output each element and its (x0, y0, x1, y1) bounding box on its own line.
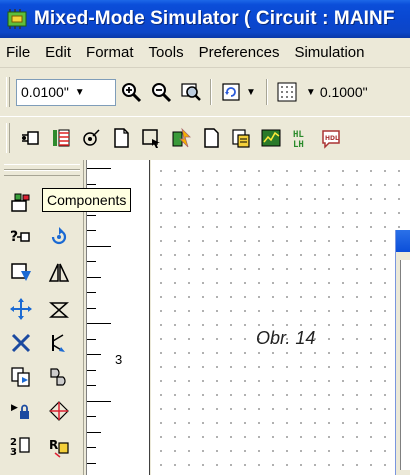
chevron-down-icon: ▼ (74, 86, 85, 98)
svg-text:LH: LH (293, 140, 304, 149)
ruler-tick (87, 168, 111, 169)
menu-edit[interactable]: Edit (45, 44, 71, 61)
toolbar-separator (210, 79, 212, 105)
ruler-tick (87, 401, 111, 402)
menu-preferences[interactable]: Preferences (199, 44, 280, 61)
menu-format[interactable]: Format (86, 44, 134, 61)
svg-text:HL: HL (293, 130, 304, 140)
toolbar-tools: HL LH HDL (0, 116, 410, 158)
lock-part-icon[interactable]: ▶ (6, 396, 36, 426)
components-icon[interactable] (6, 188, 36, 218)
chevron-down-icon[interactable]: ▼ (306, 87, 316, 98)
menu-simulation[interactable]: Simulation (294, 44, 364, 61)
ruler-tick (87, 447, 96, 448)
ruler-tick (87, 277, 101, 278)
swap-pins-icon[interactable]: 23 (6, 430, 36, 460)
ruler-tick (87, 261, 96, 262)
ruler-tick (87, 339, 96, 340)
copy-part-icon[interactable] (6, 362, 36, 392)
schematic-canvas[interactable] (151, 160, 410, 475)
app-icon (6, 8, 28, 30)
component-editor-icon[interactable] (226, 123, 256, 153)
logic-gates-icon[interactable] (44, 362, 74, 392)
download-part-icon[interactable] (6, 258, 36, 288)
menu-bar: File Edit Format Tools Preferences Simul… (0, 38, 410, 68)
menu-file[interactable]: File (6, 44, 30, 61)
part-attributes-icon[interactable]: R (44, 432, 74, 462)
hdl-icon[interactable]: HDL (316, 123, 346, 153)
grid-size-value: 0.0100" (21, 84, 69, 100)
toolbar-grip[interactable] (6, 122, 10, 153)
palette-grip[interactable] (4, 170, 80, 176)
place-part-icon[interactable] (16, 123, 46, 153)
zoom-area-icon[interactable] (176, 77, 206, 107)
ruler-tick (87, 354, 101, 355)
chart-icon[interactable] (256, 123, 286, 153)
menu-tools[interactable]: Tools (149, 44, 184, 61)
child-window-titlebar[interactable] (396, 230, 410, 252)
zoom-in-icon[interactable] (116, 77, 146, 107)
ruler-tick (87, 215, 96, 216)
transistor-icon[interactable] (44, 328, 74, 358)
delete-icon[interactable] (6, 328, 36, 358)
document-icon[interactable] (196, 123, 226, 153)
ruler-tick (87, 385, 96, 386)
select-area-icon[interactable] (136, 123, 166, 153)
ruler-tick (87, 323, 111, 324)
toolbar-view: 0.0100" ▼ ▼ ▼ 0.1000" (0, 72, 410, 112)
ruler-tick (87, 416, 96, 417)
ruler-tick (87, 308, 96, 309)
toolbar-grip[interactable] (6, 77, 10, 107)
new-page-icon[interactable] (106, 123, 136, 153)
canvas-caption: Obr. 14 (256, 328, 316, 348)
probe-icon[interactable] (76, 123, 106, 153)
svg-text:R: R (49, 438, 58, 452)
title-bar[interactable]: Mixed-Mode Simulator ( Circuit : MAINF (0, 0, 410, 38)
flip-icon[interactable] (44, 294, 74, 324)
move-icon[interactable] (6, 294, 36, 324)
svg-text:HDL: HDL (325, 135, 339, 142)
ruler-tick (87, 246, 111, 247)
library-icon[interactable] (46, 123, 76, 153)
child-window-content (400, 260, 410, 470)
ruler-tick (87, 370, 96, 371)
mirror-icon[interactable] (44, 258, 74, 288)
rotate-icon[interactable] (44, 222, 74, 252)
wire-to-part-icon[interactable]: ? (6, 222, 36, 252)
diamond-probe-icon[interactable] (44, 396, 74, 426)
svg-text:▶: ▶ (11, 403, 18, 413)
ruler-label: 3 (115, 352, 123, 367)
grid-size-select[interactable]: 0.0100" ▼ (16, 78, 116, 106)
grid-spacing-value[interactable]: 0.1000" (320, 84, 368, 100)
toolbar-separator (265, 79, 268, 105)
hl-lh-icon[interactable]: HL LH (286, 123, 316, 153)
refresh-icon[interactable] (216, 77, 246, 107)
netlist-icon[interactable] (166, 123, 196, 153)
ruler-tick (87, 230, 96, 231)
components-tooltip: Components (42, 188, 132, 212)
window-title: Mixed-Mode Simulator ( Circuit : MAINF (34, 8, 395, 29)
ruler-tick (87, 463, 96, 464)
svg-text:3: 3 (10, 447, 17, 457)
ruler-tick (87, 292, 96, 293)
child-window[interactable] (395, 230, 410, 475)
chevron-down-icon[interactable]: ▼ (246, 87, 256, 98)
ruler-tick (87, 184, 96, 185)
svg-text:?: ? (10, 229, 18, 245)
ruler-tick (87, 432, 101, 433)
zoom-out-icon[interactable] (146, 77, 176, 107)
grid-dots-icon[interactable] (272, 77, 302, 107)
